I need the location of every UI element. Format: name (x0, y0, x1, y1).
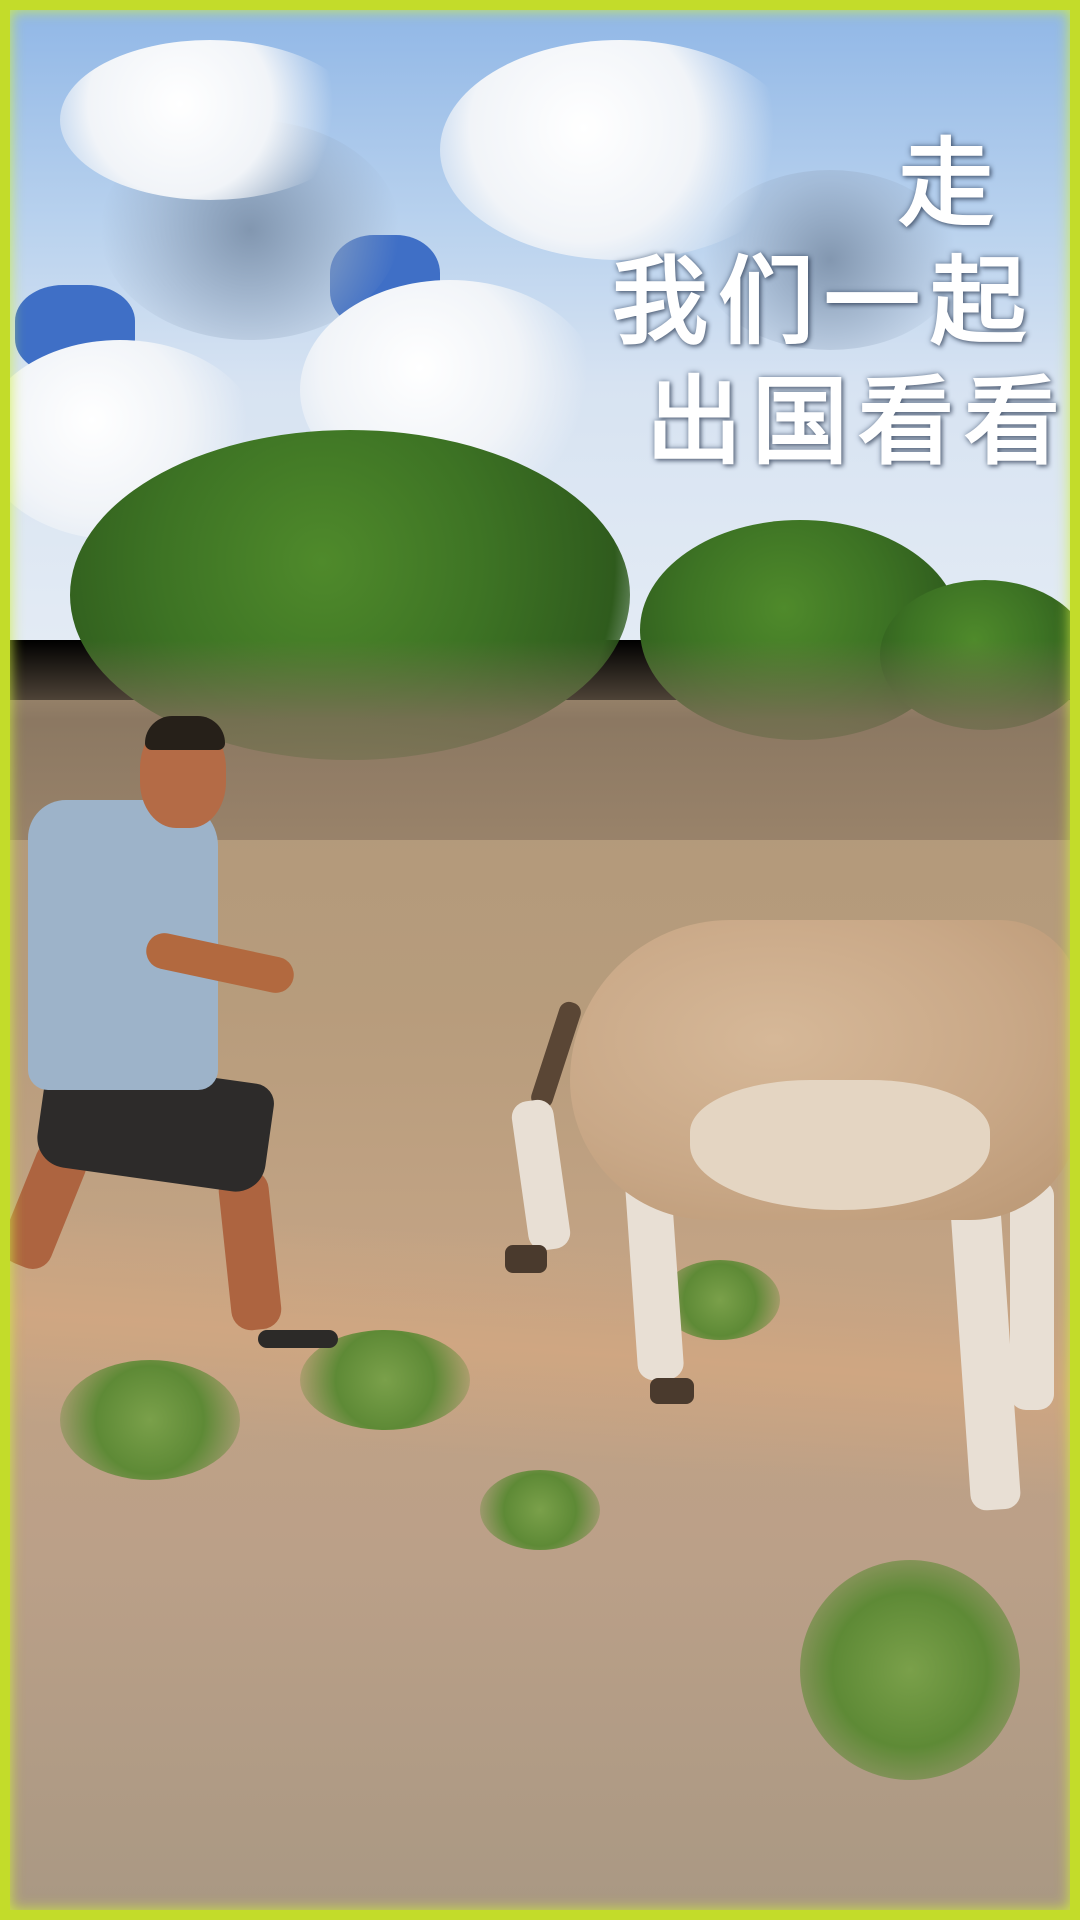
grass-patch (60, 1360, 240, 1480)
caption-line-2: 我们一起 (612, 246, 1036, 358)
cloud (440, 40, 800, 260)
man-hair (145, 716, 225, 750)
donkey-leg (1010, 1180, 1054, 1410)
donkey-hoof (505, 1245, 547, 1273)
sandal (258, 1330, 338, 1348)
caption-line-1: 走 (898, 128, 1004, 240)
donkey-hoof (650, 1378, 694, 1404)
cloud (60, 40, 360, 200)
grass-patch (480, 1470, 600, 1550)
grass-patch (800, 1560, 1020, 1780)
donkey-belly (690, 1080, 990, 1210)
video-frame: 走 我们一起 出国看看 (0, 0, 1080, 1920)
caption-line-3: 出国看看 (646, 366, 1070, 478)
